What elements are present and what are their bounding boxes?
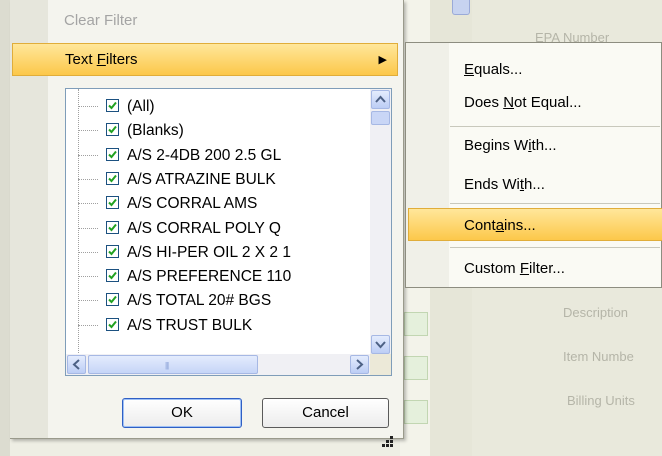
menu-separator [450,203,660,204]
ok-button[interactable]: OK [122,398,242,428]
resize-grip-icon[interactable] [382,436,394,448]
menu-item-custom-filter[interactable]: Custom Filter... [464,260,565,277]
tree-connector [78,203,98,205]
checkbox[interactable] [106,147,119,161]
list-item[interactable]: A/S TRUST BULK [66,314,366,338]
submenu-icon-gutter [406,43,449,287]
checkmark-icon [108,199,117,207]
tree-connector [78,276,98,278]
background-scroll-thumb [452,0,470,15]
tree-connector [78,106,98,107]
tree-connector [78,251,98,253]
checkbox[interactable] [106,196,119,210]
tree-connector [78,130,98,132]
list-item-label: A/S CORRAL AMS [127,195,258,213]
checkmark-icon [108,150,117,159]
bg-label-item-number: Item Numbe [563,349,634,364]
background-window-edge [0,0,10,456]
list-item[interactable]: A/S CORRAL POLY Q [66,217,366,241]
cancel-button[interactable]: Cancel [262,398,389,428]
scroll-up-button[interactable] [371,90,390,109]
checkmark-icon [108,320,117,329]
menu-item-equals[interactable]: Equals... [464,61,522,78]
vertical-scroll-thumb[interactable] [371,111,390,125]
list-item-label: (Blanks) [127,122,184,140]
chevron-left-icon [72,359,80,370]
list-item[interactable]: A/S CORRAL AMS [66,192,366,216]
list-item-label: A/S TRUST BULK [127,316,253,334]
bg-label-description: Description [563,305,629,320]
chevron-right-icon [356,359,364,370]
bg-label-billing-units: Billing Units [567,393,635,408]
menu-item-does-not-equal[interactable]: Does Not Equal... [464,94,582,111]
clear-filter-item[interactable]: Clear Filter [64,12,137,29]
menu-item-begins-with[interactable]: Begins With... [464,137,557,154]
checkmark-icon [108,126,117,134]
tree-connector [78,300,98,302]
horizontal-scrollbar[interactable]: ||| [66,354,371,375]
checkmark-icon [108,101,117,110]
menu-item-contains[interactable]: Contains... [464,217,536,234]
filter-value-list[interactable]: (All) (Blanks) A/S 2-4DB 200 2.5 GL A/S ATR… [65,88,392,376]
checkbox[interactable] [106,123,119,137]
chevron-up-icon [375,95,386,103]
checkbox[interactable] [106,293,119,307]
list-item[interactable]: A/S HI-PER OIL 2 X 2 1 [66,241,366,265]
tree-connector [78,227,98,229]
list-item-label: A/S HI-PER OIL 2 X 2 1 [127,243,291,261]
list-item[interactable]: (All) [66,95,366,119]
submenu-arrow-icon: ▶ [378,54,387,66]
checkmark-icon [108,296,117,304]
text-filters-label: Text Filters [65,51,138,68]
checkmark-icon [108,247,117,256]
tree-connector [78,178,98,180]
text-filters-item[interactable]: Text Filters ▶ [12,43,398,76]
tree-connector [78,154,98,156]
list-item-label: A/S TOTAL 20# BGS [127,292,272,310]
checkbox[interactable] [106,220,119,234]
list-item[interactable]: A/S TOTAL 20# BGS [66,289,366,313]
menu-separator [450,247,660,248]
scroll-right-button[interactable] [350,355,369,374]
vertical-scrollbar[interactable] [370,89,391,355]
autofilter-dropdown: Clear Filter Text Filters ▶ (All) (Blanks… [10,0,404,447]
list-item[interactable]: A/S 2-4DB 200 2.5 GL [66,144,366,168]
menu-item-ends-with[interactable]: Ends With... [464,176,545,193]
checkmark-icon [108,271,117,280]
checkbox[interactable] [106,99,119,112]
list-item-label: A/S ATRAZINE BULK [127,170,276,188]
tree-connector [78,324,98,326]
menu-separator [450,126,660,127]
checkbox[interactable] [106,317,119,331]
list-item-label: A/S 2-4DB 200 2.5 GL [127,146,282,164]
list-item-label: A/S CORRAL POLY Q [127,219,281,237]
text-filters-submenu: Equals... Does Not Equal... Begins With.… [405,42,662,288]
bg-field [404,400,428,424]
bg-field [404,356,428,380]
list-item[interactable]: A/S ATRAZINE BULK [66,168,366,192]
checkbox[interactable] [106,171,119,185]
list-item-label: A/S PREFERENCE 110 [127,268,292,286]
checkmark-icon [108,223,117,231]
scroll-corner [370,354,391,375]
scroll-left-button[interactable] [67,355,86,374]
scroll-down-button[interactable] [371,335,390,354]
horizontal-scroll-thumb[interactable]: ||| [88,355,258,374]
checkbox[interactable] [106,269,119,283]
chevron-down-icon [375,341,386,349]
list-item-label: (All) [127,98,155,115]
checkbox[interactable] [106,244,119,258]
checkmark-icon [108,174,117,183]
list-item[interactable]: (Blanks) [66,119,366,143]
list-item[interactable]: A/S PREFERENCE 110 [66,265,366,289]
bg-field [404,312,428,336]
